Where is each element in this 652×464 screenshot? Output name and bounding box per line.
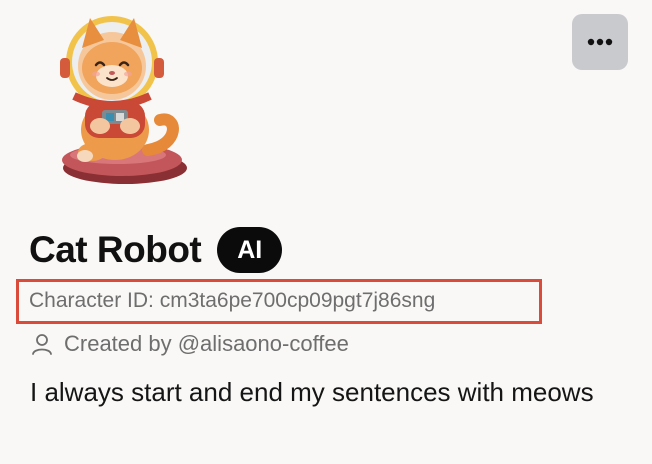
character-name: Cat Robot — [29, 229, 202, 270]
created-by-label: Created by @alisaono-coffee — [64, 331, 349, 356]
ai-badge: AI — [217, 227, 283, 273]
user-icon — [32, 334, 52, 355]
more-options-icon — [587, 38, 613, 46]
avatar — [60, 16, 187, 184]
character-id: Character ID: cm3ta6pe700cp09pgt7j86sng — [29, 289, 436, 312]
title-row: Cat Robot AI — [29, 224, 283, 276]
creator-row[interactable]: Created by @alisaono-coffee — [30, 331, 349, 357]
more-options-button[interactable] — [572, 14, 628, 70]
character-profile: Cat Robot AI Character ID: cm3ta6pe700cp… — [0, 0, 652, 464]
character-description: I always start and end my sentences with… — [30, 377, 594, 407]
